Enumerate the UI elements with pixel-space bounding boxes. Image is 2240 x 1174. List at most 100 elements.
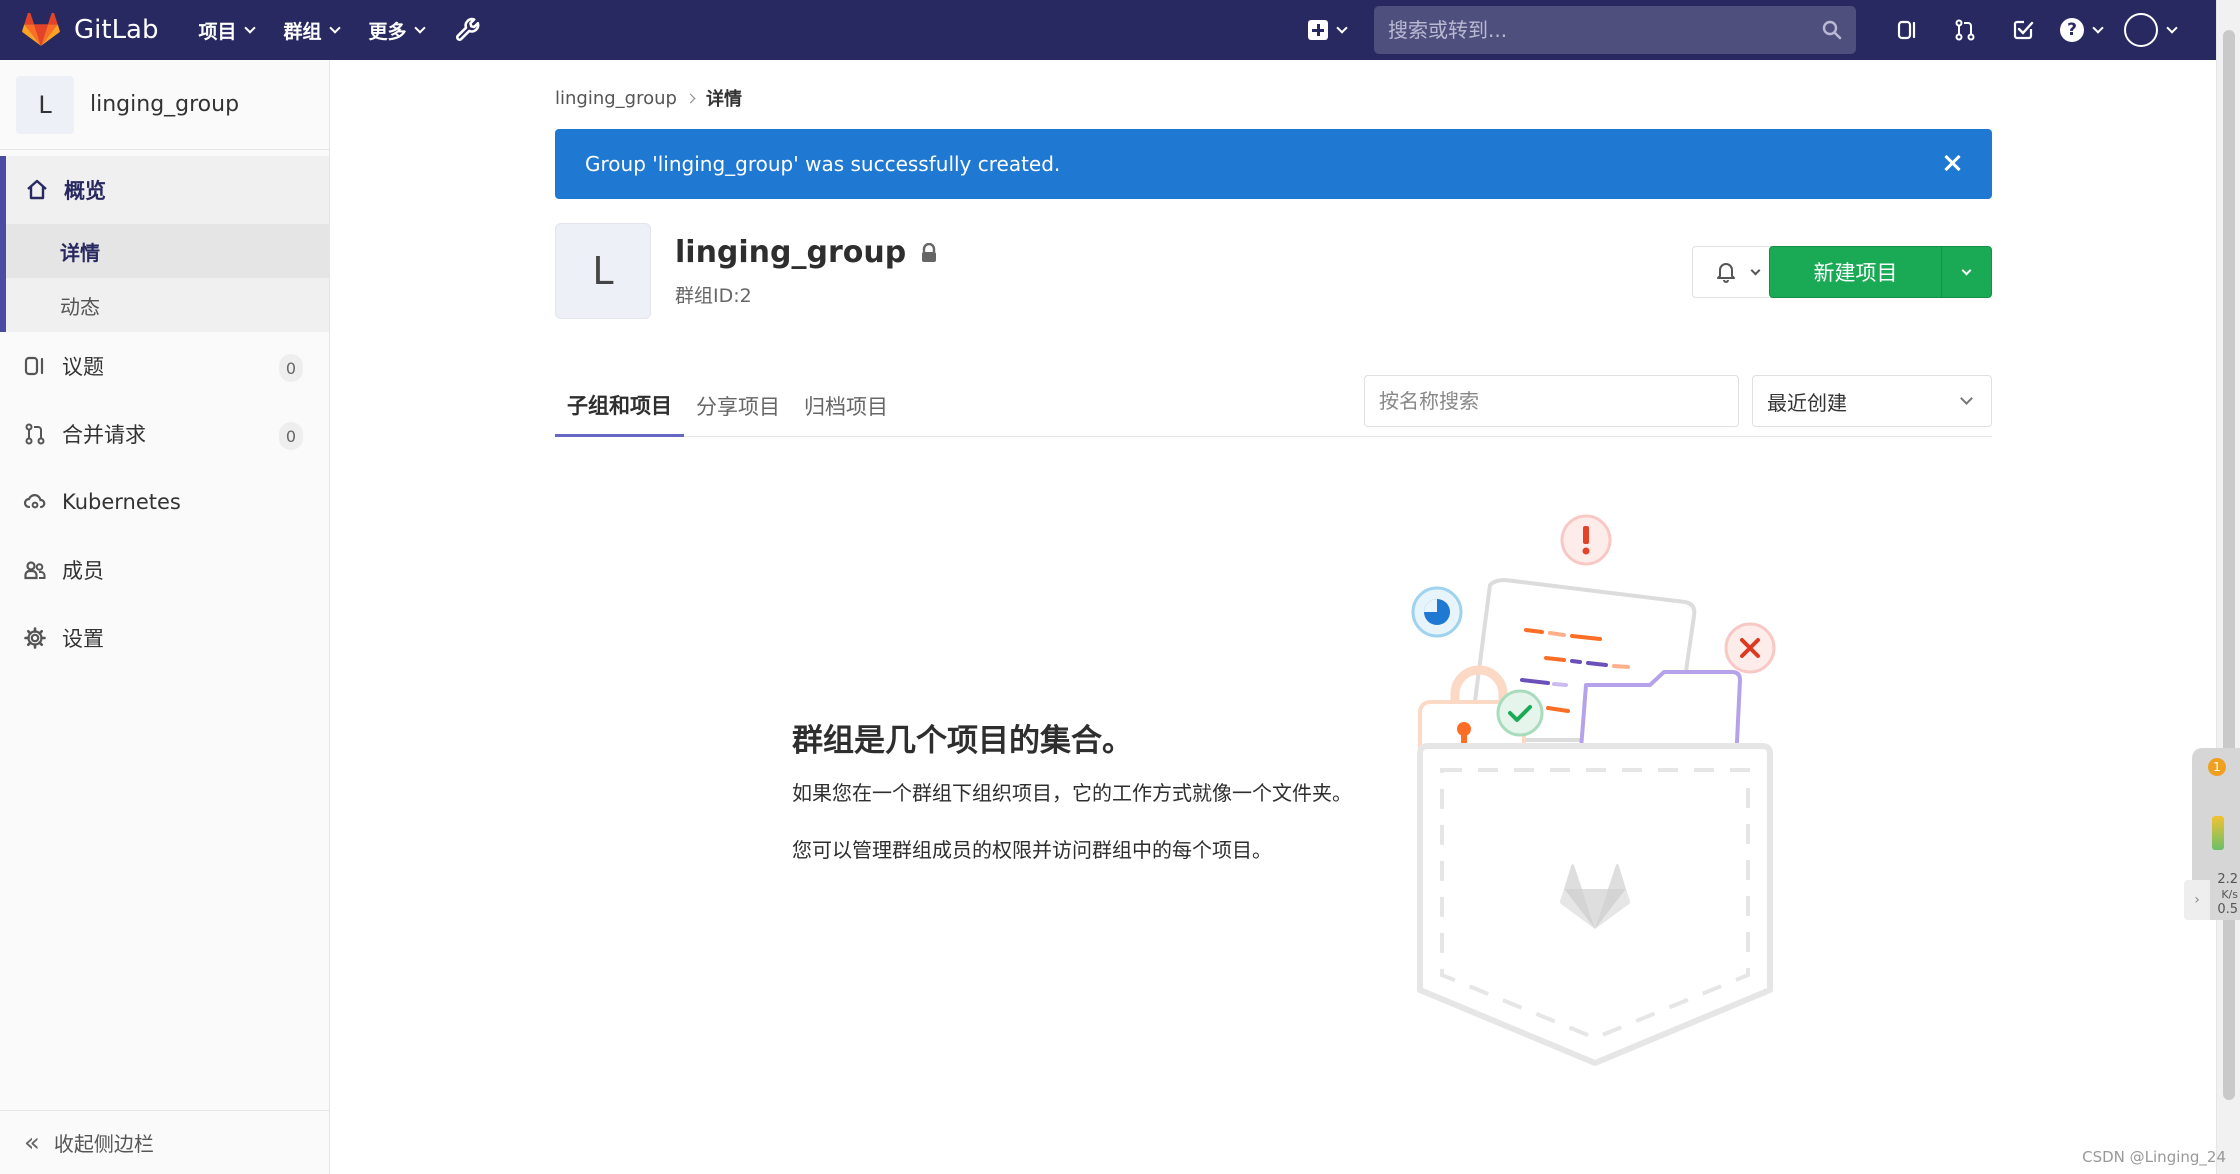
sidebar-item-label: 概览	[64, 179, 106, 203]
new-dropdown[interactable]	[1308, 20, 1348, 40]
sidebar-item-label: 议题	[62, 355, 104, 379]
user-avatar	[2124, 13, 2158, 47]
group-avatar: L	[555, 223, 651, 319]
group-sidebar: L linging_group 概览 详情 动态 议题 0 合并请求 0 Kub…	[0, 60, 330, 1174]
sidebar-item-members[interactable]: 成员	[0, 536, 329, 604]
merge-request-icon	[1955, 19, 1975, 41]
issues-nav-button[interactable]	[1878, 0, 1936, 60]
sidebar-context-header[interactable]: L linging_group	[0, 60, 329, 150]
chevron-down-icon	[1750, 265, 1760, 275]
sidebar-group-name: linging_group	[90, 92, 240, 117]
main-content: linging_group 详情 Group 'linging_group' w…	[555, 60, 1992, 437]
collapse-sidebar-label: 收起侧边栏	[53, 1132, 154, 1156]
sidebar-item-overview[interactable]: 概览	[6, 156, 329, 224]
group-title: linging_group	[675, 235, 938, 270]
breadcrumb: linging_group 详情	[555, 86, 1992, 111]
chevron-down-icon	[328, 22, 341, 34]
projects-menu-label: 项目	[198, 20, 237, 43]
chevron-down-icon	[243, 22, 256, 34]
sidebar-item-label: 设置	[62, 627, 104, 651]
user-menu[interactable]	[2124, 13, 2178, 47]
chevron-down-icon	[1961, 265, 1972, 275]
plus-square-icon	[1308, 20, 1328, 40]
close-icon[interactable]	[1938, 149, 1966, 177]
gear-icon	[22, 625, 48, 651]
admin-wrench-icon[interactable]	[454, 16, 482, 44]
more-menu[interactable]: 更多	[368, 17, 426, 44]
merge-request-icon	[22, 421, 48, 447]
groups-menu[interactable]: 群组	[283, 17, 341, 44]
chevron-down-icon	[1336, 22, 1348, 34]
notification-badge: 1	[2208, 758, 2226, 776]
sidebar-item-activity[interactable]: 动态	[6, 278, 329, 332]
sidebar-item-kubernetes[interactable]: Kubernetes	[0, 468, 329, 536]
users-icon	[22, 557, 48, 583]
sidebar-overview-section: 概览 详情 动态	[0, 156, 329, 332]
breadcrumb-group-link[interactable]: linging_group	[555, 88, 677, 109]
empty-group-illustration	[1411, 514, 1776, 1066]
sidebar-item-details[interactable]: 详情	[6, 224, 329, 278]
sidebar-item-label: 成员	[62, 559, 104, 583]
empty-state-line-2: 您可以管理群组成员的权限并访问群组中的每个项目。	[792, 838, 1272, 862]
cloud-gear-icon	[22, 489, 48, 515]
sort-selected-label: 最近创建	[1767, 390, 1847, 415]
chevron-down-icon	[2166, 22, 2178, 34]
group-avatar-small: L	[16, 75, 74, 134]
page-scrollbar[interactable]	[2216, 0, 2240, 1174]
group-tabs: 子组和项目 分享项目 归档项目 最近创建	[555, 375, 1992, 437]
tab-shared-projects[interactable]: 分享项目	[684, 375, 792, 437]
todos-nav-button[interactable]	[1994, 0, 2052, 60]
chevron-down-icon	[413, 22, 426, 34]
issues-icon	[22, 353, 48, 379]
brand-name: GitLab	[74, 15, 159, 45]
search-icon	[1822, 20, 1842, 40]
mr-count-badge: 0	[278, 422, 303, 450]
collapse-widget-tab[interactable]: ›	[2184, 880, 2210, 920]
new-project-dropdown-toggle[interactable]	[1942, 247, 1991, 297]
projects-menu[interactable]: 项目	[198, 17, 256, 44]
lock-icon	[922, 242, 937, 262]
more-menu-label: 更多	[368, 20, 407, 43]
merge-requests-nav-button[interactable]	[1936, 0, 1994, 60]
bell-icon	[1716, 263, 1735, 283]
memory-bar-icon	[2212, 816, 2224, 850]
tab-archived-projects[interactable]: 归档项目	[792, 375, 900, 437]
issues-icon	[1897, 20, 1916, 40]
chevron-down-icon	[2092, 22, 2104, 34]
chevron-down-icon	[1960, 392, 1973, 405]
group-header: L linging_group 群组ID:2 新建项目	[555, 223, 1992, 319]
empty-state-line-1: 如果您在一个群组下组织项目，它的工作方式就像一个文件夹。	[792, 781, 1352, 805]
empty-state-title: 群组是几个项目的集合。	[792, 723, 1133, 759]
empty-state-text: 群组是几个项目的集合。 如果您在一个群组下组织项目，它的工作方式就像一个文件夹。…	[792, 715, 1412, 863]
scrollbar-thumb[interactable]	[2223, 30, 2235, 1100]
new-project-split-button: 新建项目	[1769, 246, 1992, 298]
chevron-right-icon	[685, 93, 696, 103]
csdn-watermark: CSDN @Linging_24	[2082, 1148, 2226, 1166]
flash-notice: Group 'linging_group' was successfully c…	[555, 129, 1992, 199]
help-dropdown[interactable]: ?	[2060, 18, 2104, 42]
search-input[interactable]	[1388, 18, 1822, 42]
todo-check-icon	[2013, 20, 2034, 40]
global-search[interactable]	[1374, 6, 1856, 54]
issues-count-badge: 0	[278, 354, 303, 382]
group-name: linging_group	[675, 235, 907, 270]
sort-dropdown[interactable]: 最近创建	[1752, 375, 1992, 427]
group-id: 群组ID:2	[675, 285, 752, 307]
breadcrumb-current: 详情	[705, 89, 742, 110]
sidebar-item-merge-requests[interactable]: 合并请求 0	[0, 400, 329, 468]
sidebar-item-settings[interactable]: 设置	[0, 604, 329, 672]
gitlab-home-link[interactable]: GitLab	[22, 13, 159, 47]
help-icon: ?	[2060, 18, 2084, 42]
groups-menu-label: 群组	[283, 20, 322, 43]
flash-message: Group 'linging_group' was successfully c…	[585, 152, 1061, 176]
sidebar-item-issues[interactable]: 议题 0	[0, 332, 329, 400]
new-project-button[interactable]: 新建项目	[1770, 247, 1942, 297]
collapse-sidebar-button[interactable]: « 收起侧边栏	[0, 1110, 330, 1174]
filter-by-name-input[interactable]	[1364, 375, 1739, 427]
sidebar-item-label: 合并请求	[62, 423, 146, 447]
tab-subgroups-projects[interactable]: 子组和项目	[555, 375, 684, 437]
top-navbar: GitLab 项目 群组 更多 ?	[0, 0, 2216, 60]
gitlab-logo-icon	[22, 13, 60, 46]
double-chevron-left-icon: «	[24, 1127, 40, 1158]
sidebar-item-label: Kubernetes	[62, 490, 181, 514]
